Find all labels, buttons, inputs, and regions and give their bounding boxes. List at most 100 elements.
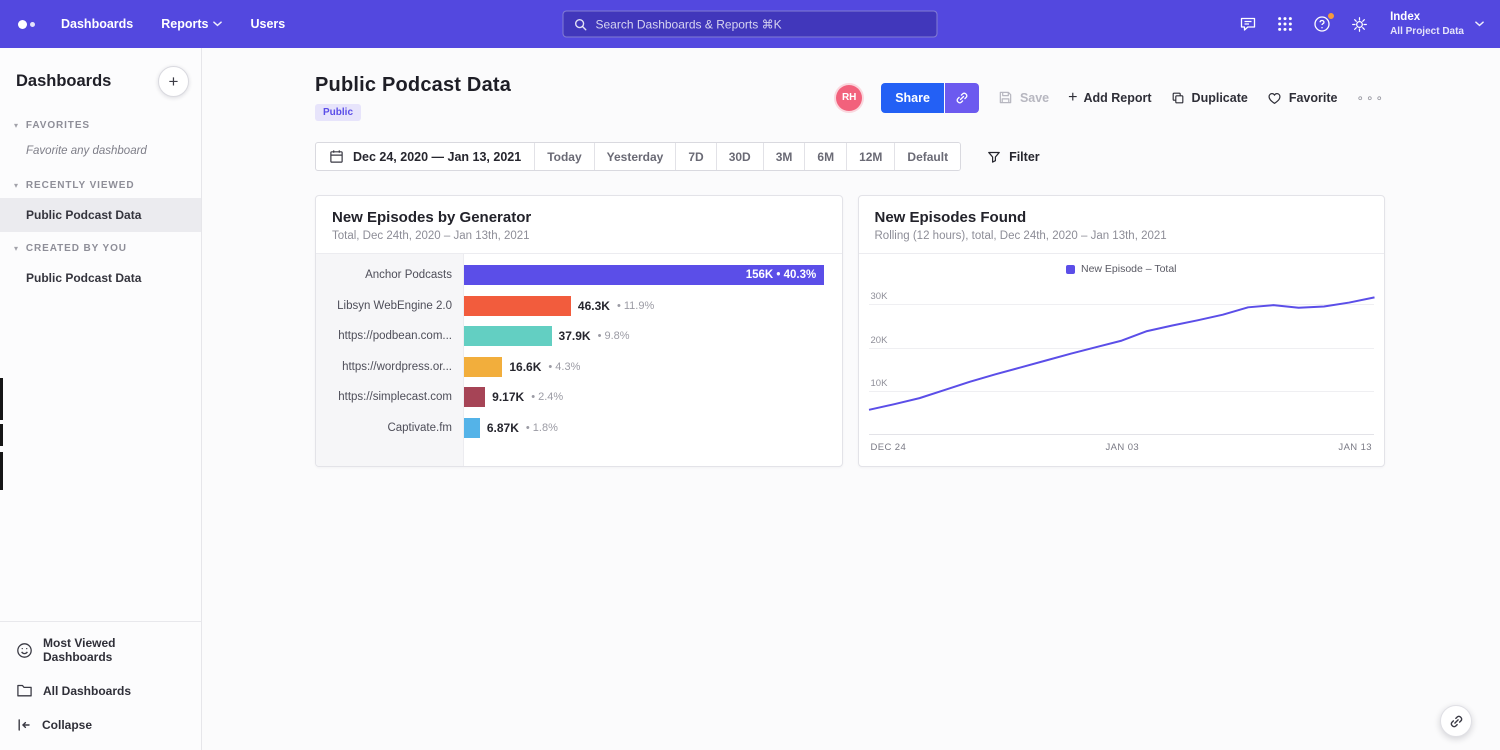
sidebar-section-recently-viewed: ▾Recently ViewedPublic Podcast Data [0,169,201,232]
topnav-right: Index All Project Data [1238,10,1484,38]
chevron-down-icon[interactable] [1475,21,1484,27]
chevron-down-icon: ▾ [14,122,19,130]
screen-edge-artifact [0,452,3,490]
logo-dot-icon [18,20,27,29]
bar-chart-subtitle: Total, Dec 24th, 2020 – Jan 13th, 2021 [332,230,826,242]
filter-label: Filter [1009,150,1040,164]
heart-icon [1267,91,1282,105]
line-chart-subtitle: Rolling (12 hours), total, Dec 24th, 202… [875,230,1369,242]
feedback-icon[interactable] [1238,14,1258,34]
section-header-favorites[interactable]: ▾Favorites [0,109,201,138]
sidebar-title: Dashboards [16,72,111,91]
report-cards: New Episodes by Generator Total, Dec 24t… [315,195,1385,467]
bar-track: 16.6K• 4.3% [464,357,842,377]
avatar[interactable]: RH [836,85,862,111]
share-button[interactable]: Share [881,83,944,113]
sidebar-footer: Most Viewed DashboardsAll DashboardsColl… [0,621,201,750]
add-report-label: Add Report [1083,91,1151,105]
help-icon[interactable] [1312,14,1332,34]
preset-3m[interactable]: 3M [763,143,805,170]
bar-row[interactable]: Anchor Podcasts156K • 40.3% [316,260,842,291]
bar-category-label: Anchor Podcasts [316,269,464,281]
sidebar-footer-most-viewed-dashboards[interactable]: Most Viewed Dashboards [0,627,201,673]
calendar-icon [329,149,344,164]
folder-icon [16,682,33,699]
nav-item-dashboards[interactable]: Dashboards [61,17,133,31]
x-axis-tick-label: JAN 13 [1338,442,1372,453]
date-segmented-control: Dec 24, 2020 — Jan 13, 2021 TodayYesterd… [315,142,961,171]
bar-percent-label: • 4.3% [548,361,580,373]
bar-value-label: 9.17K [492,390,524,404]
create-dashboard-button[interactable]: + [158,66,189,97]
page-header: Public Podcast Data Public RH Share [315,74,1385,121]
bar-segment [464,387,485,407]
nav-item-users[interactable]: Users [250,17,285,31]
bar-segment: 156K • 40.3% [464,265,824,285]
apps-grid-icon[interactable] [1275,14,1295,34]
bar-chart-card[interactable]: New Episodes by Generator Total, Dec 24t… [315,195,843,467]
sidebar-footer-collapse[interactable]: Collapse [0,708,201,742]
preset-yesterday[interactable]: Yesterday [594,143,676,170]
bar-track: 156K • 40.3% [464,265,842,285]
preset-today[interactable]: Today [534,143,593,170]
more-options-button[interactable]: ∘∘∘ [1356,91,1385,105]
bar-row[interactable]: https://wordpress.or...16.6K• 4.3% [316,352,842,383]
x-axis-tick-label: DEC 24 [871,442,907,453]
sidebar-item-public-podcast-data[interactable]: Public Podcast Data [0,198,201,232]
date-range-picker[interactable]: Dec 24, 2020 — Jan 13, 2021 [316,143,534,170]
bar-category-label: https://podbean.com... [316,330,464,342]
section-header-created-by-you[interactable]: ▾Created by You [0,232,201,261]
brand-logo[interactable] [16,20,43,29]
bar-percent-label: • 11.9% [617,300,654,312]
top-navigation: Dashboards Reports Users Index [0,0,1500,48]
bar-percent-label: • 1.8% [526,422,558,434]
x-axis-labels: DEC 24JAN 03JAN 13 [871,442,1373,453]
preset-default[interactable]: Default [894,143,960,170]
chevron-down-icon: ▾ [14,245,19,253]
settings-gear-icon[interactable] [1349,14,1369,34]
filter-button[interactable]: Filter [987,150,1040,164]
duplicate-button[interactable]: Duplicate [1171,91,1248,105]
chevron-down-icon: ▾ [14,182,19,190]
line-plot: 10K20K30K [869,287,1375,435]
share-link-button[interactable] [945,83,979,113]
topnav-items: Dashboards Reports Users [61,17,285,31]
preset-12m[interactable]: 12M [846,143,894,170]
chevron-down-icon [213,21,222,27]
section-header-recently-viewed[interactable]: ▾Recently Viewed [0,169,201,198]
bar-track: 37.9K• 9.8% [464,326,842,346]
bar-chart-header: New Episodes by Generator Total, Dec 24t… [316,196,842,254]
preset-30d[interactable]: 30D [716,143,763,170]
line-chart-card[interactable]: New Episodes Found Rolling (12 hours), t… [858,195,1386,467]
search-icon [574,17,588,31]
add-report-button[interactable]: + Add Report [1068,90,1151,106]
preset-6m[interactable]: 6M [804,143,846,170]
bar-chart-body: Anchor Podcasts156K • 40.3%Libsyn WebEng… [316,254,842,466]
favorite-button[interactable]: Favorite [1267,91,1338,105]
duplicate-icon [1171,91,1185,105]
bar-value-label: 6.87K [487,421,519,435]
app: Dashboards Reports Users Index [0,0,1500,750]
sidebar-section-favorites: ▾FavoritesFavorite any dashboard [0,109,201,169]
dashboard-actions: RH Share Save + A [836,83,1385,113]
nav-item-reports[interactable]: Reports [161,17,222,31]
project-name: Index [1390,10,1464,25]
bar-percent-label: • 2.4% [531,391,563,403]
sidebar-footer-all-dashboards[interactable]: All Dashboards [0,673,201,708]
share-link-fab[interactable] [1440,705,1472,737]
bar-segment [464,326,552,346]
preset-7d[interactable]: 7D [675,143,715,170]
save-button[interactable]: Save [998,90,1049,105]
bar-row[interactable]: Captivate.fm6.87K• 1.8% [316,413,842,444]
search-input[interactable] [596,17,927,31]
global-search[interactable] [563,11,938,38]
bar-row[interactable]: https://simplecast.com9.17K• 2.4% [316,382,842,413]
sidebar: Dashboards + ▾FavoritesFavorite any dash… [0,48,202,750]
bar-row[interactable]: Libsyn WebEngine 2.046.3K• 11.9% [316,291,842,322]
page-title: Public Podcast Data [315,74,511,97]
sidebar-item-public-podcast-data[interactable]: Public Podcast Data [0,261,201,295]
project-switcher[interactable]: Index All Project Data [1390,10,1464,38]
bar-row[interactable]: https://podbean.com...37.9K• 9.8% [316,321,842,352]
notification-dot [1327,12,1335,20]
collapse-icon [16,717,32,733]
